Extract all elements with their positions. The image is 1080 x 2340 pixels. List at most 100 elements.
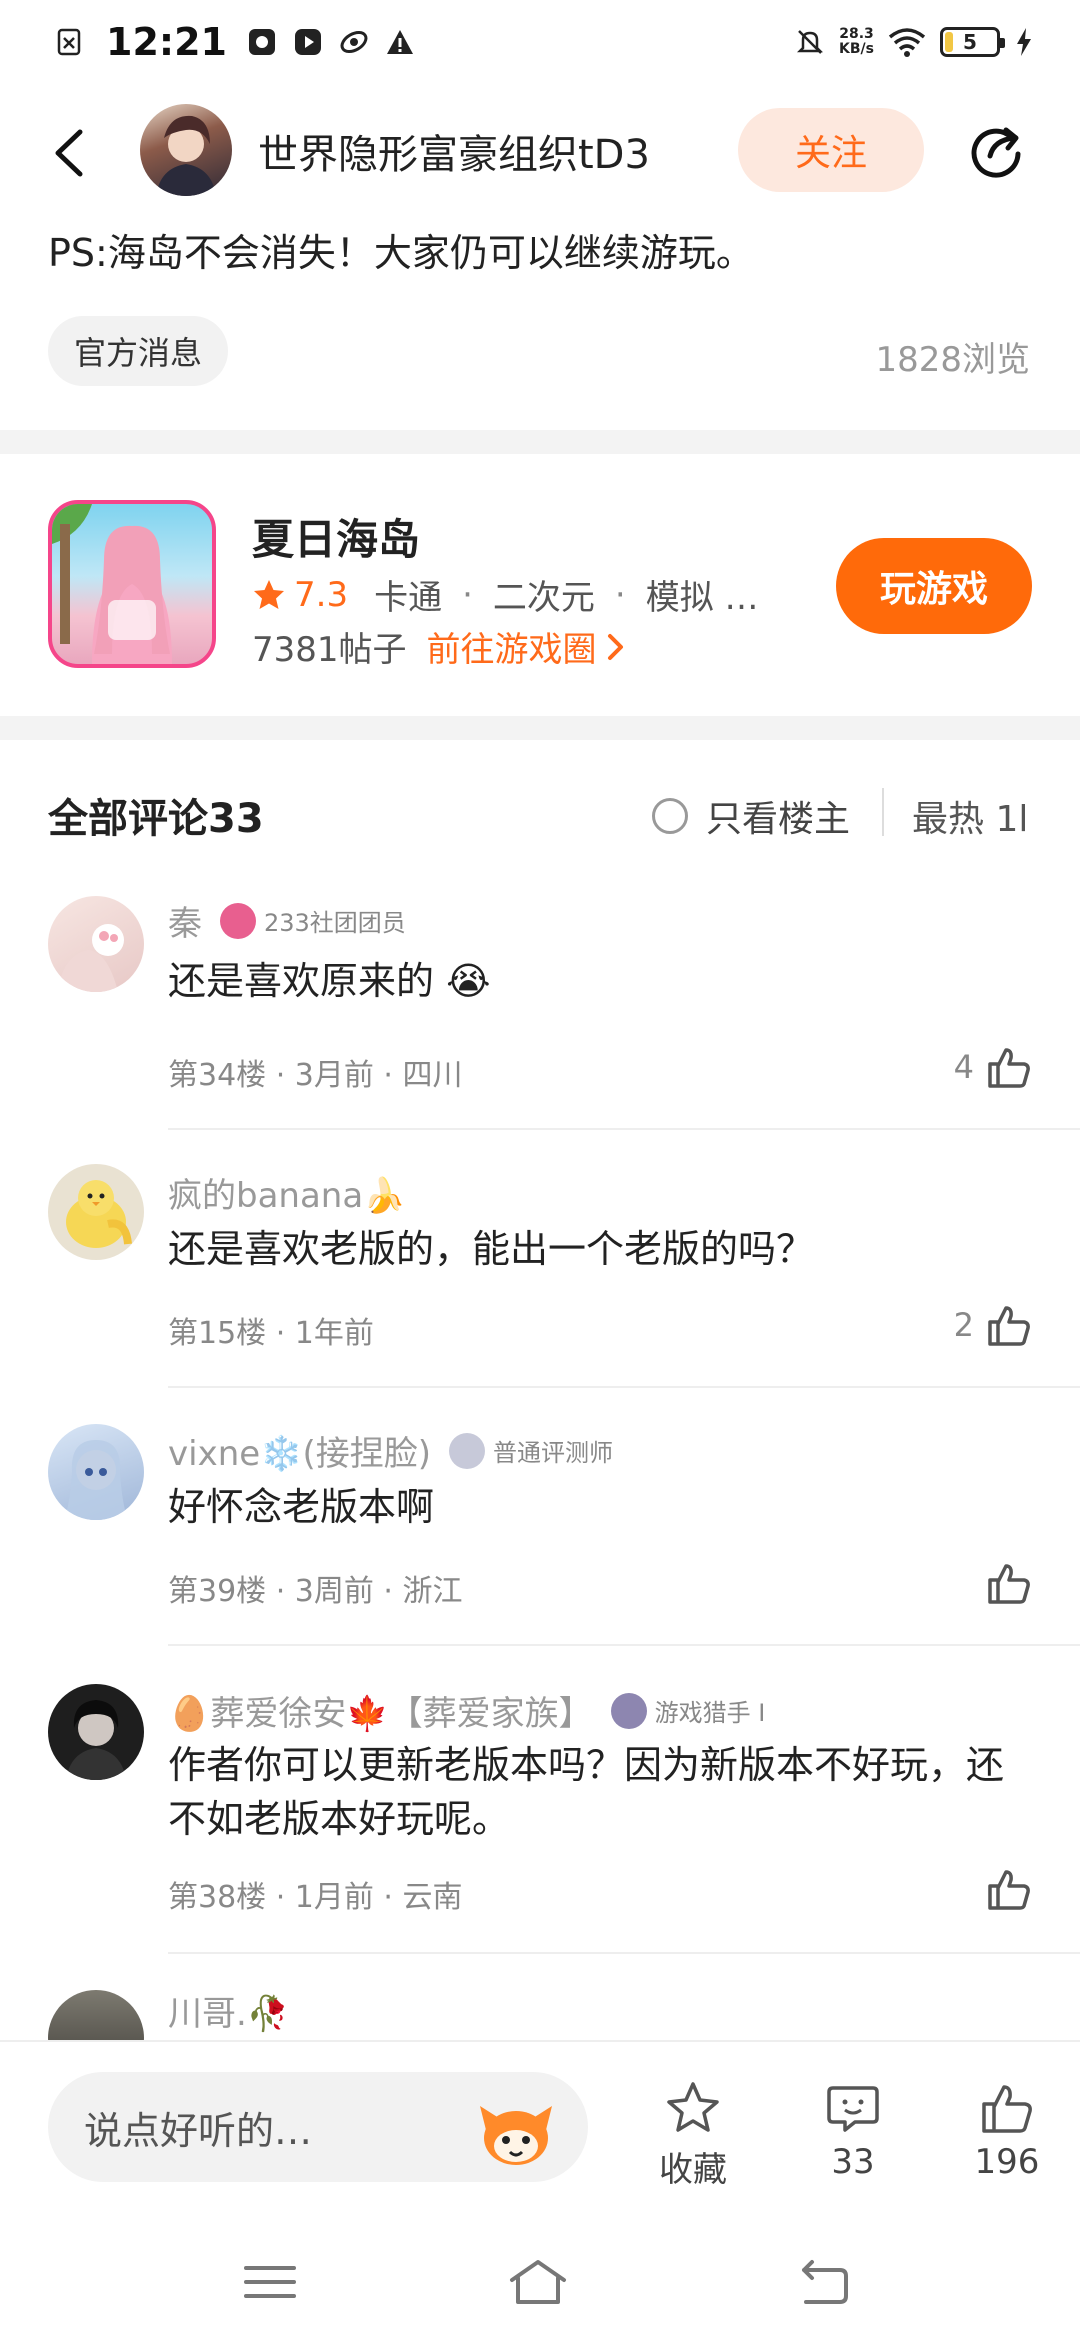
game-circle-link[interactable]: 前往游戏圈 <box>427 622 627 671</box>
commenter-avatar-art <box>66 1700 126 1780</box>
commenter-avatar[interactable] <box>48 896 144 992</box>
comment-text: 还是喜欢老版的，能出一个老版的吗？ <box>168 1227 815 1271</box>
star-icon <box>254 579 284 609</box>
sim-off-icon <box>57 28 81 56</box>
owner-only-toggle[interactable]: 只看楼主 <box>652 790 850 842</box>
section-divider <box>0 716 1080 740</box>
game-sub-row: 7381帖子 前往游戏圈 <box>252 622 627 671</box>
wifi-icon <box>888 28 926 57</box>
thumbs-up-icon <box>982 2085 1032 2133</box>
sort-selector[interactable]: 最热 1l <box>912 790 1028 842</box>
comment-text: 还是喜欢原来的 😭 <box>168 959 491 1003</box>
comment-text: 作者你可以更新老版本吗？因为新版本不好玩，还不如老版本好玩呢。 <box>168 1743 1005 1841</box>
share-icon[interactable] <box>966 120 1026 180</box>
clock: 12:21 <box>106 20 227 64</box>
commenter-badge-label: 普通评测师 <box>493 1439 614 1467</box>
commenter-avatar-art <box>66 1180 132 1248</box>
bottom-action-bar: 说点好听的… 收藏 33 196 <box>0 2040 1080 2220</box>
game-post-count: 7381帖子 <box>252 630 407 670</box>
author-avatar-art <box>156 115 216 196</box>
thumbs-up-icon <box>988 1564 1030 1604</box>
comment-like-button[interactable] <box>974 1866 1032 1912</box>
app2-notification-icon <box>340 31 368 53</box>
radio-icon[interactable] <box>652 798 688 834</box>
comment-like-button[interactable] <box>974 1560 1032 1606</box>
comment-input-placeholder: 说点好听的… <box>84 2108 313 2153</box>
commenter-name[interactable]: 🥚葬爱徐安🍁【葬爱家族】 <box>168 1686 593 1735</box>
like-count: 196 <box>974 2142 1040 2182</box>
comment-meta: 第15楼 · 1年前 <box>168 1316 374 1351</box>
badge-icon <box>610 1692 647 1729</box>
section-divider <box>0 430 1080 454</box>
game-title[interactable]: 夏日海岛 <box>252 506 420 567</box>
owner-only-label: 只看楼主 <box>706 799 851 840</box>
home-icon[interactable] <box>506 2254 570 2310</box>
back-arrow-icon[interactable] <box>48 128 92 178</box>
commenter-name-row: 疯的banana🍌 <box>168 1168 406 1217</box>
play-game-button[interactable]: 玩游戏 <box>836 538 1032 634</box>
badge-icon <box>220 902 256 939</box>
comment-text: 好怀念老版本啊 <box>168 1485 435 1529</box>
comment-bubble-icon <box>827 2086 879 2132</box>
comment-meta: 第34楼 · 3月前 · 四川 <box>168 1058 463 1093</box>
battery-level <box>945 32 953 52</box>
status-left: 12:21 <box>54 20 415 64</box>
commenter-avatar[interactable] <box>48 1424 144 1520</box>
genre-tag: 模拟 … <box>645 578 759 618</box>
commenter-name[interactable]: 疯的banana🍌 <box>168 1168 406 1217</box>
favorite-label: 收藏 <box>659 2150 727 2190</box>
comments-button[interactable]: 33 <box>798 2080 908 2182</box>
comment-like-button[interactable]: 2 <box>954 1302 1032 1348</box>
comment-count: 33 <box>831 2142 875 2182</box>
comment-like-count: 2 <box>953 1306 974 1344</box>
commenter-badge: 233社团团员 <box>220 902 406 939</box>
commenter-name[interactable]: 秦 <box>168 896 202 945</box>
warning-icon <box>386 30 413 54</box>
commenter-avatar[interactable] <box>48 1684 144 1780</box>
mascot-emoji-icon[interactable] <box>476 2100 556 2168</box>
commenter-avatar[interactable] <box>48 1164 144 1260</box>
commenter-name-row: 🥚葬爱徐安🍁【葬爱家族】 游戏猎手 I <box>168 1686 765 1735</box>
comments-title: 全部评论33 <box>48 796 264 842</box>
badge-icon <box>449 1432 486 1469</box>
commenter-badge-label: 233社团团员 <box>264 909 406 937</box>
genre-tag: 卡通 <box>374 578 443 618</box>
network-speed-value: 28.3 <box>839 26 874 42</box>
author-name[interactable]: 世界隐形富豪组织tD3 <box>258 122 650 180</box>
comment-divider <box>168 1128 1080 1130</box>
back-nav-icon[interactable] <box>790 2254 854 2310</box>
thumbs-up-icon <box>988 1306 1030 1346</box>
post-text: PS:海岛不会消失！大家仍可以继续游玩。 <box>48 231 754 275</box>
menu-icon[interactable] <box>238 2254 302 2310</box>
comment-like-button[interactable]: 4 <box>954 1044 1032 1090</box>
mute-bell-icon <box>797 30 824 54</box>
dot-separator: · <box>462 574 473 615</box>
status-right: 28.3 KB/s 5 <box>795 26 1034 58</box>
thumbs-up-icon <box>988 1870 1030 1910</box>
author-avatar[interactable] <box>140 104 232 196</box>
charging-icon <box>1017 28 1031 56</box>
commenter-name[interactable]: vixne❄️(接捏脸) <box>168 1426 431 1475</box>
divider <box>882 788 884 836</box>
like-button[interactable]: 196 <box>952 2080 1062 2182</box>
game-rating: 7.3 <box>294 574 349 615</box>
battery-cap <box>1000 38 1005 48</box>
commenter-name-row: 秦 233社团团员 <box>168 896 406 945</box>
commenter-name-row: 川哥.🥀 <box>168 1986 289 2035</box>
post-tag[interactable]: 官方消息 <box>48 316 229 386</box>
game-meta: 7.3 卡通 · 二次元 · 模拟 … <box>252 570 759 619</box>
game-icon[interactable] <box>48 500 216 668</box>
comment-divider <box>168 1952 1080 1954</box>
commenter-name[interactable]: 川哥.🥀 <box>168 1986 289 2035</box>
favorite-button[interactable]: 收藏 <box>638 2080 748 2191</box>
commenter-name-row: vixne❄️(接捏脸) 普通评测师 <box>168 1426 613 1475</box>
comment-meta: 第38楼 · 1月前 · 云南 <box>168 1880 463 1915</box>
comment-divider <box>168 1644 1080 1646</box>
post-header: 世界隐形富豪组织tD3 关注 <box>0 100 1080 204</box>
commenter-badge: 游戏猎手 I <box>610 1692 765 1729</box>
follow-button[interactable]: 关注 <box>738 108 924 192</box>
genre-tag: 二次元 <box>492 578 595 618</box>
game-circle-link-label: 前往游戏圈 <box>426 630 597 670</box>
commenter-avatar-art <box>64 1440 128 1520</box>
network-speed-unit: KB/s <box>839 41 874 57</box>
